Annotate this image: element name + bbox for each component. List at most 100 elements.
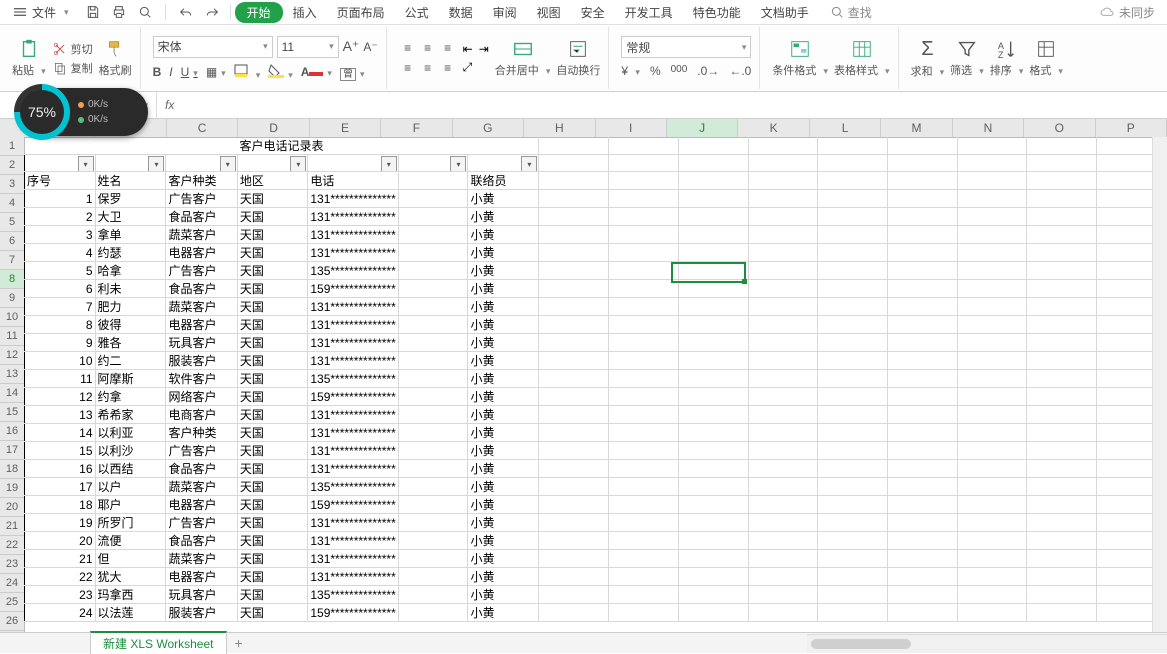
table-cell[interactable]: 131************** [308, 208, 398, 226]
cell[interactable] [539, 280, 609, 298]
paste-button[interactable]: 粘贴 ▾ [12, 38, 46, 78]
cell[interactable] [609, 568, 679, 586]
cell[interactable] [539, 496, 609, 514]
cell[interactable] [888, 514, 958, 532]
table-cell[interactable]: 彼得 [95, 316, 166, 334]
cell[interactable] [609, 190, 679, 208]
table-cell[interactable]: 小黄 [468, 424, 539, 442]
table-cell[interactable]: 小黄 [468, 244, 539, 262]
table-cell[interactable] [398, 478, 468, 496]
menu-item-6[interactable]: 视图 [527, 2, 571, 23]
cell[interactable] [818, 586, 888, 604]
cell[interactable] [818, 460, 888, 478]
table-cell[interactable]: 小黄 [468, 586, 539, 604]
search-menu[interactable]: 查找 [821, 2, 880, 23]
table-cell[interactable]: 玩具客户 [166, 586, 237, 604]
table-cell[interactable]: 131************** [308, 532, 398, 550]
table-cell[interactable]: 天国 [237, 298, 308, 316]
cell[interactable] [1027, 280, 1097, 298]
cell[interactable] [818, 316, 888, 334]
table-cell[interactable]: 131************** [308, 406, 398, 424]
cell[interactable] [888, 442, 958, 460]
cell[interactable] [678, 568, 748, 586]
preview-icon[interactable] [137, 4, 153, 20]
table-cell[interactable]: 拿单 [95, 226, 166, 244]
table-cell[interactable]: 服装客户 [166, 604, 237, 622]
format-painter-button[interactable]: 格式刷 [99, 38, 132, 78]
cell[interactable] [609, 388, 679, 406]
cell[interactable] [748, 226, 818, 244]
table-cell[interactable]: 10 [25, 352, 96, 370]
table-cell[interactable]: 小黄 [468, 370, 539, 388]
orientation-icon[interactable]: ⤢ [463, 60, 473, 75]
row-header[interactable]: 24 [0, 574, 24, 593]
table-cell[interactable]: 2 [25, 208, 96, 226]
cell[interactable] [539, 208, 609, 226]
cell[interactable] [678, 424, 748, 442]
underline-button[interactable]: U▾ [181, 65, 198, 79]
table-cell[interactable]: 小黄 [468, 604, 539, 622]
row-header[interactable]: 3 [0, 175, 24, 194]
column-header[interactable]: F [381, 119, 452, 137]
cell[interactable] [957, 496, 1027, 514]
table-cell[interactable]: 小黄 [468, 262, 539, 280]
cell[interactable] [1027, 550, 1097, 568]
table-cell[interactable]: 小黄 [468, 280, 539, 298]
sync-status[interactable]: 未同步 [1099, 4, 1163, 21]
cell[interactable] [678, 244, 748, 262]
column-header[interactable]: N [953, 119, 1024, 137]
fill-color-button[interactable]: ▾ [268, 64, 293, 81]
cell[interactable] [957, 388, 1027, 406]
cell[interactable] [539, 137, 609, 155]
table-header-cell[interactable] [398, 172, 468, 190]
cell[interactable] [609, 460, 679, 478]
cell[interactable] [1027, 532, 1097, 550]
cell[interactable] [888, 262, 958, 280]
format-button[interactable]: 格式 ▾ [1029, 38, 1063, 78]
cell[interactable] [957, 370, 1027, 388]
table-cell[interactable]: 9 [25, 334, 96, 352]
table-cell[interactable]: 软件客户 [166, 370, 237, 388]
cell[interactable] [818, 442, 888, 460]
table-styles-button[interactable]: 表格样式 ▾ [834, 38, 890, 78]
cell[interactable] [539, 155, 609, 172]
cell[interactable] [957, 208, 1027, 226]
cell[interactable] [539, 226, 609, 244]
cell[interactable]: ▾ [398, 155, 468, 172]
cell[interactable] [957, 406, 1027, 424]
cell[interactable] [818, 406, 888, 424]
cell[interactable] [539, 298, 609, 316]
table-cell[interactable]: 利未 [95, 280, 166, 298]
table-cell[interactable]: 以利沙 [95, 442, 166, 460]
table-cell[interactable]: 131************** [308, 460, 398, 478]
cell[interactable] [957, 352, 1027, 370]
cell[interactable] [1027, 137, 1097, 155]
cell[interactable] [818, 280, 888, 298]
table-cell[interactable]: 135************** [308, 586, 398, 604]
cell[interactable] [818, 262, 888, 280]
cell[interactable] [1027, 316, 1097, 334]
cell[interactable] [609, 550, 679, 568]
table-cell[interactable]: 约瑟 [95, 244, 166, 262]
table-header-cell[interactable]: 电话 [308, 172, 398, 190]
table-cell[interactable]: 客户种类 [166, 424, 237, 442]
table-cell[interactable] [398, 352, 468, 370]
row-header[interactable]: 12 [0, 346, 24, 365]
table-cell[interactable]: 肥力 [95, 298, 166, 316]
cell[interactable] [678, 550, 748, 568]
italic-button[interactable]: I [169, 65, 172, 79]
cell[interactable]: ▾ [468, 155, 539, 172]
cell[interactable] [539, 586, 609, 604]
cell[interactable] [818, 478, 888, 496]
table-cell[interactable]: 所罗门 [95, 514, 166, 532]
align-middle-icon[interactable]: ≡ [419, 39, 437, 57]
table-cell[interactable]: 耶户 [95, 496, 166, 514]
row-header[interactable]: 19 [0, 479, 24, 498]
table-cell[interactable]: 131************** [308, 424, 398, 442]
wrap-text-button[interactable]: 自动换行 [556, 38, 600, 78]
table-cell[interactable] [398, 496, 468, 514]
cell[interactable] [678, 190, 748, 208]
table-cell[interactable]: 约二 [95, 352, 166, 370]
table-cell[interactable] [398, 244, 468, 262]
table-cell[interactable]: 小黄 [468, 406, 539, 424]
